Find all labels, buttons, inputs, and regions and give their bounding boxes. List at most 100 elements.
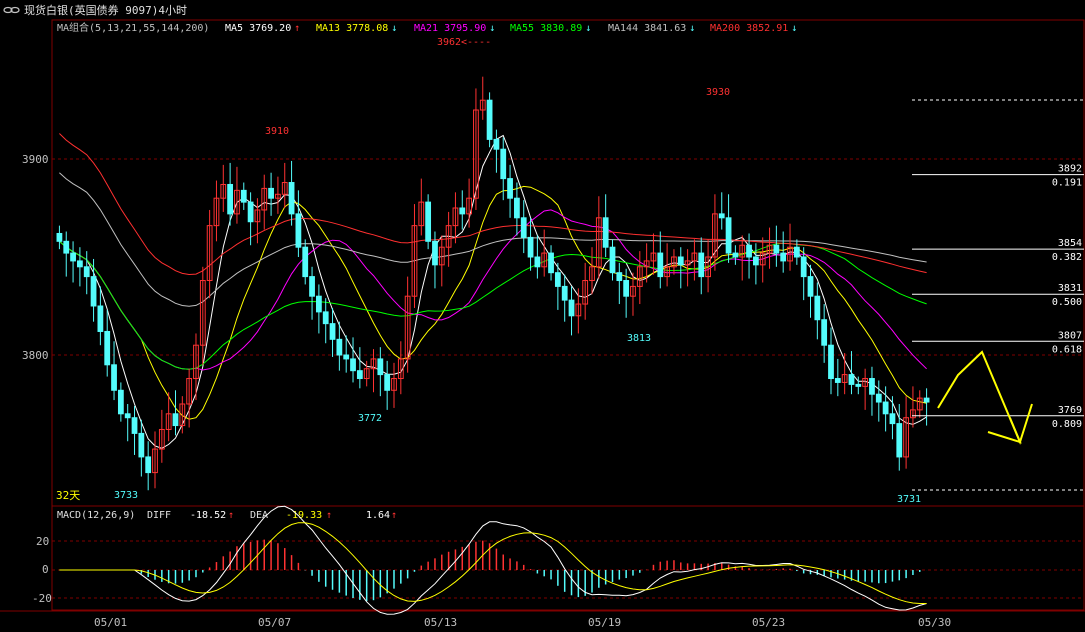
candle-body <box>657 252 664 278</box>
candle-body <box>425 201 432 242</box>
macd-dea-arrow: ↑ <box>326 510 332 521</box>
candle-body <box>104 330 111 366</box>
candle-body <box>329 323 336 340</box>
macd-dea-label: DEA <box>250 510 268 521</box>
candle-body <box>834 378 841 383</box>
candle-body <box>302 246 309 278</box>
candle-body <box>568 299 575 317</box>
annotation-high-arrow: <---- <box>461 37 491 48</box>
candle-body <box>309 276 315 297</box>
candle-body <box>493 138 500 150</box>
ma-legend-arrow-ma21: ↓ <box>489 23 495 34</box>
macd-dea-value: -19.33 <box>286 510 322 521</box>
candle-body <box>227 183 234 215</box>
candle-body <box>780 252 787 262</box>
projection-arrowhead <box>987 417 1022 444</box>
ma-legend-ma21: MA21 3795.90 <box>414 23 486 34</box>
candle-body <box>90 276 97 307</box>
candle-body <box>459 207 466 215</box>
annotation-low-3772: 3772 <box>358 413 382 424</box>
candle-body <box>322 311 329 325</box>
candlestick-chart[interactable]: 现货白银(英国债券 9097)4小时 MA组合(5,13,21,55,144,2… <box>0 0 1085 632</box>
ma-legend-arrow-ma5: ↑ <box>294 23 300 34</box>
candle-body <box>295 213 302 248</box>
candle-body <box>623 280 630 297</box>
candle-body <box>718 213 725 219</box>
macd-label: MACD(12,26,9) <box>57 510 135 521</box>
date-label-0501: 05/01 <box>94 616 127 629</box>
candle-body <box>896 423 903 458</box>
candle-body <box>889 413 896 425</box>
fib-ratio-3769: 0.809 <box>1052 419 1082 430</box>
candle-body <box>315 295 322 313</box>
macd-diff-label: DIFF <box>147 510 171 521</box>
candle-body <box>752 256 759 266</box>
annotation-low-3731: 3731 <box>897 494 921 505</box>
candle-body <box>807 276 814 297</box>
date-label-0530: 05/30 <box>918 616 951 629</box>
candle-body <box>548 252 554 274</box>
annotation-high-3962: 3962 <box>437 37 461 48</box>
fib-price-3807: 3807 <box>1058 330 1082 341</box>
chart-window: 现货白银(英国债券 9097)4小时 MA组合(5,13,21,55,144,2… <box>0 0 1085 632</box>
candle-body <box>97 305 104 332</box>
candle-body <box>527 236 534 258</box>
ma-legend-ma200: MA200 3852.91 <box>710 23 788 34</box>
candle-body <box>500 148 507 180</box>
macd-legend: MACD(12,26,9) DIFF -18.52 ↑ DEA -19.33 ↑… <box>57 510 397 521</box>
candle-body <box>247 201 254 223</box>
candle-body <box>534 256 541 268</box>
candle-body <box>138 432 145 458</box>
candle-body <box>514 197 520 219</box>
candle-body <box>793 246 800 258</box>
candle-body <box>677 256 684 266</box>
candle-body <box>561 285 568 301</box>
candle-body <box>732 252 739 258</box>
macd-diff-value: -18.52 <box>190 510 226 521</box>
ma-legend-arrow-ma55: ↓ <box>585 23 591 34</box>
candle-body <box>384 374 391 391</box>
candle-body <box>343 354 350 360</box>
candle-body <box>356 370 363 380</box>
projection-path <box>937 350 1033 445</box>
candle-body <box>111 364 117 391</box>
ma-legend-arrow-ma144: ↓ <box>689 23 695 34</box>
candle-body <box>172 413 179 427</box>
ma-legend-ma144: MA144 3841.63 <box>608 23 686 34</box>
candle-body <box>486 99 493 140</box>
candle-body <box>875 393 882 403</box>
window-title: 现货白银(英国债券 9097)4小时 <box>24 3 187 17</box>
fib-price-3769: 3769 <box>1058 405 1082 416</box>
date-label-0513: 05/13 <box>424 616 457 629</box>
candle-body <box>520 217 527 238</box>
candle-body <box>77 260 83 268</box>
macd-axis-20: 20 <box>36 535 49 548</box>
candle-body <box>377 358 384 376</box>
ma-legend-ma55: MA55 3830.89 <box>510 23 582 34</box>
candle-body <box>609 246 616 274</box>
price-axis: 3900 3800 <box>22 153 49 362</box>
candle-body <box>63 240 70 254</box>
candle-body <box>800 256 807 278</box>
annotation-low-3813: 3813 <box>627 333 651 344</box>
annotation-high-3930: 3930 <box>706 87 730 98</box>
chart-frames <box>0 19 1085 612</box>
candle-body <box>432 240 438 266</box>
candle-body <box>131 417 138 434</box>
ma-legend-label: MA组合(5,13,21,55,144,200) <box>57 21 209 34</box>
candle-body <box>507 178 513 199</box>
candle-body <box>725 217 732 254</box>
macd-axis: 20 0 -20 <box>32 535 52 605</box>
fib-ratio-3892: 0.191 <box>1052 178 1082 189</box>
candle-body <box>83 266 90 278</box>
fib-price-3892: 3892 <box>1058 164 1082 175</box>
period-label: 32天 <box>56 489 80 502</box>
chain-link-icon <box>3 6 20 14</box>
fib-ratio-3807: 0.618 <box>1052 344 1082 355</box>
date-axis: 05/01 05/07 05/13 05/19 05/23 05/30 <box>94 616 951 629</box>
extreme-annotations: 3962 <---- 3930 3910 3733 3772 3813 3731 <box>114 37 921 505</box>
date-label-0523: 05/23 <box>752 616 785 629</box>
candle-body <box>855 383 862 387</box>
candle-body <box>828 344 834 380</box>
price-label-3800: 3800 <box>22 349 49 362</box>
